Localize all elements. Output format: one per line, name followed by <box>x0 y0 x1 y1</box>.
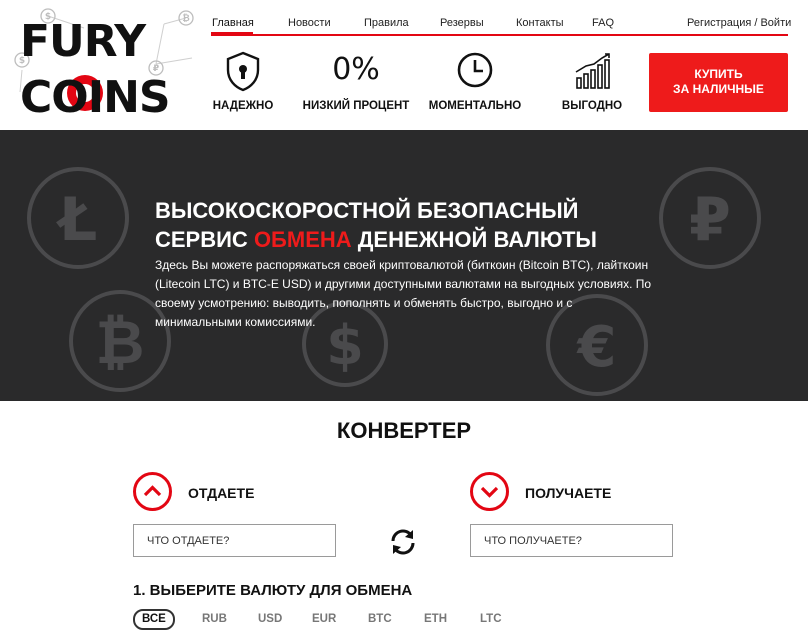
nav-item-reserves[interactable]: Резервы <box>440 17 484 29</box>
logo-text-coins: COINS <box>20 72 171 123</box>
filter-eth[interactable]: ETH <box>424 609 447 630</box>
filter-rub[interactable]: RUB <box>202 609 227 630</box>
feature-low-percent: 0% НИЗКИЙ ПРОЦЕНТ <box>300 50 412 120</box>
swap-icon[interactable] <box>388 527 418 557</box>
arrow-down-icon <box>470 472 509 511</box>
shield-lock-icon <box>226 51 260 92</box>
filter-btc[interactable]: BTC <box>368 609 392 630</box>
clock-icon <box>457 52 493 88</box>
hero-description: Здесь Вы можете распоряжаться своей крип… <box>155 258 652 329</box>
nav-item-rules[interactable]: Правила <box>364 17 409 29</box>
growth-chart-icon <box>575 53 610 89</box>
receive-direction-header: ПОЛУЧАЕТЕ <box>470 472 650 512</box>
give-direction-header: ОТДАЕТЕ <box>133 472 293 512</box>
buy-for-cash-button[interactable]: КУПИТЬ ЗА НАЛИЧНЫЕ <box>649 53 788 112</box>
receive-currency-input[interactable] <box>470 524 673 557</box>
hero-title-accent: ОБМЕНА <box>253 227 352 252</box>
filter-ltc[interactable]: LTC <box>480 609 502 630</box>
nav-item-contacts[interactable]: Контакты <box>516 17 564 29</box>
feature-profitable: ВЫГОДНО <box>537 50 647 120</box>
logo-text-fury: FURY <box>20 16 146 67</box>
percent-icon: 0% <box>332 52 380 87</box>
hero-banner: Ł ₿ $ ₽ € ВЫСОКОСКОРОСТНОЙ БЕЗОПАСНЫЙ СЕ… <box>0 130 808 401</box>
hero-title-line1: ВЫСОКОСКОРОСТНОЙ БЕЗОПАСНЫЙ <box>155 198 579 223</box>
svg-text:Ł: Ł <box>56 185 98 255</box>
arrow-up-icon <box>133 472 172 511</box>
buy-button-line2: ЗА НАЛИЧНЫЕ <box>673 82 764 96</box>
nav-divider <box>211 34 788 36</box>
svg-text:₿: ₿ <box>96 308 145 378</box>
hero-title-pre: СЕРВИС <box>155 227 254 252</box>
give-currency-input[interactable] <box>133 524 336 557</box>
hero-title: ВЫСОКОСКОРОСТНОЙ БЕЗОПАСНЫЙ СЕРВИС ОБМЕН… <box>155 196 715 254</box>
site-header: $ ₿ $ ₽ FURY COINS Главная Новости Прави… <box>0 0 808 130</box>
nav-item-home[interactable]: Главная <box>212 17 254 29</box>
feature-label: НИЗКИЙ ПРОЦЕНТ <box>302 100 410 112</box>
feature-label: МОМЕНТАЛЬНО <box>428 100 522 112</box>
nav-item-faq[interactable]: FAQ <box>592 17 614 29</box>
login-register-link[interactable]: Регистрация / Войти <box>687 17 791 29</box>
buy-button-line1: КУПИТЬ <box>694 67 743 81</box>
give-label: ОТДАЕТЕ <box>188 485 255 501</box>
filter-eur[interactable]: EUR <box>312 609 336 630</box>
feature-label: НАДЕЖНО <box>212 100 274 112</box>
feature-reliable: НАДЕЖНО <box>188 50 298 120</box>
converter-title: КОНВЕРТЕР <box>336 418 472 443</box>
hero-title-line2: СЕРВИС ОБМЕНА ДЕНЕЖНОЙ ВАЛЮТЫ <box>155 225 715 254</box>
step-title: 1. ВЫБЕРИТЕ ВАЛЮТУ ДЛЯ ОБМЕНА <box>133 582 413 599</box>
nav-item-news[interactable]: Новости <box>288 17 331 29</box>
feature-label: ВЫГОДНО <box>561 100 623 112</box>
feature-instant: МОМЕНТАЛЬНО <box>420 50 530 120</box>
receive-label: ПОЛУЧАЕТЕ <box>525 485 612 501</box>
logo[interactable]: $ ₿ $ ₽ FURY COINS <box>14 8 200 123</box>
main-nav: Главная Новости Правила Резервы Контакты… <box>211 14 791 36</box>
hero-title-post: ДЕНЕЖНОЙ ВАЛЮТЫ <box>351 227 597 252</box>
filter-all[interactable]: ВСЕ <box>133 609 175 630</box>
svg-text:₿: ₿ <box>182 13 189 24</box>
filter-usd[interactable]: USD <box>258 609 282 630</box>
